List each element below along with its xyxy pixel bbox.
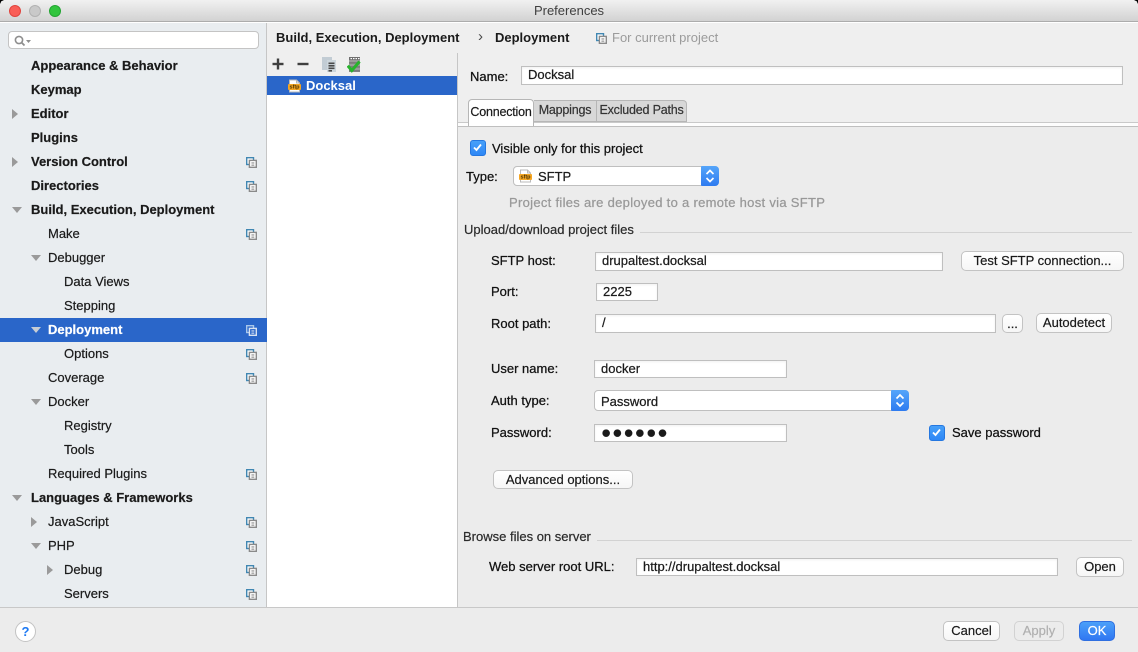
svg-text:sftp: sftp: [289, 85, 300, 91]
svg-text:sftp: sftp: [520, 175, 531, 181]
